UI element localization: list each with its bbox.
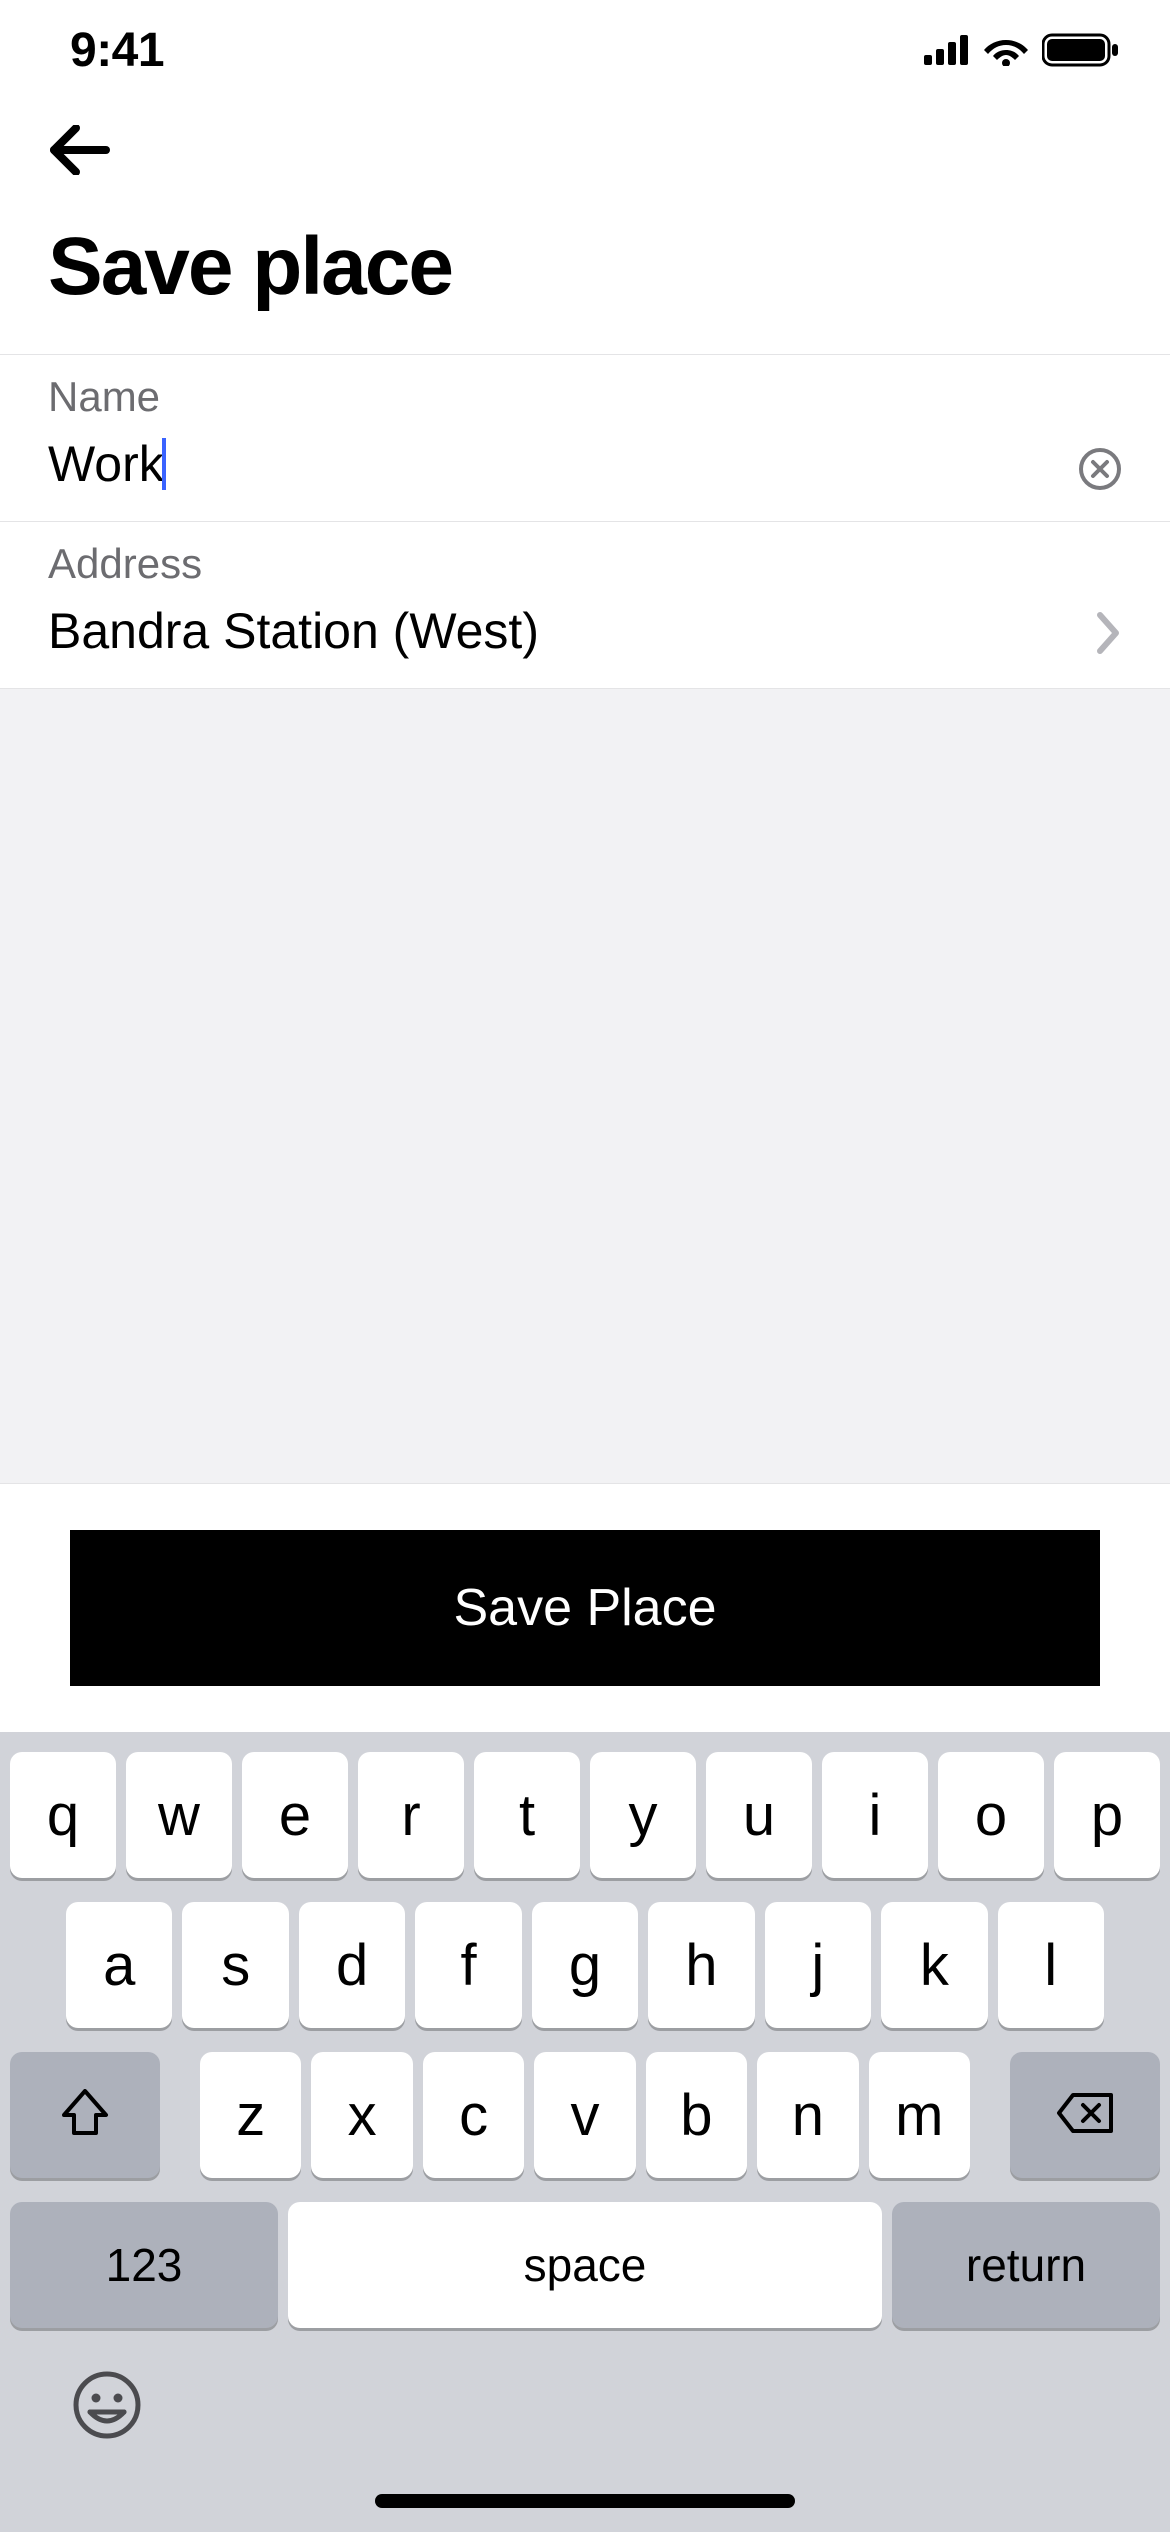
save-place-label: Save Place [453, 1578, 716, 1638]
key-p[interactable]: p [1054, 1752, 1160, 1878]
home-indicator[interactable] [375, 2494, 795, 2508]
page-title: Save place [48, 220, 1122, 314]
wifi-icon [984, 34, 1028, 66]
key-u[interactable]: u [706, 1752, 812, 1878]
shift-icon [60, 2089, 110, 2142]
key-backspace[interactable] [1010, 2052, 1160, 2178]
address-value: Bandra Station (West) [48, 602, 1084, 660]
keyboard-row-1: q w e r t y u i o p [10, 1752, 1160, 1878]
keyboard: q w e r t y u i o p a s d f g h j k l [0, 1732, 1170, 2532]
name-label: Name [48, 373, 1066, 421]
key-g[interactable]: g [532, 1902, 638, 2028]
key-l[interactable]: l [998, 1902, 1104, 2028]
address-field[interactable]: Address Bandra Station (West) [0, 522, 1170, 689]
key-w[interactable]: w [126, 1752, 232, 1878]
battery-icon [1042, 32, 1120, 68]
status-bar: 9:41 [0, 0, 1170, 100]
key-return[interactable]: return [892, 2202, 1160, 2328]
save-place-button[interactable]: Save Place [70, 1530, 1100, 1686]
arrow-left-icon [48, 125, 110, 180]
key-q[interactable]: q [10, 1752, 116, 1878]
clear-input-button[interactable] [1078, 449, 1122, 493]
key-s[interactable]: s [182, 1902, 288, 2028]
key-m[interactable]: m [869, 2052, 970, 2178]
key-i[interactable]: i [822, 1752, 928, 1878]
key-v[interactable]: v [534, 2052, 635, 2178]
key-z[interactable]: z [200, 2052, 301, 2178]
key-a[interactable]: a [66, 1902, 172, 2028]
key-c[interactable]: c [423, 2052, 524, 2178]
action-bar: Save Place [0, 1483, 1170, 1732]
cellular-icon [924, 35, 970, 65]
key-space[interactable]: space [288, 2202, 882, 2328]
key-b[interactable]: b [646, 2052, 747, 2178]
key-o[interactable]: o [938, 1752, 1044, 1878]
text-caret [162, 438, 166, 490]
key-t[interactable]: t [474, 1752, 580, 1878]
fields: Name Work Address Bandra Station (West) [0, 355, 1170, 689]
key-x[interactable]: x [311, 2052, 412, 2178]
key-d[interactable]: d [299, 1902, 405, 2028]
backspace-icon [1055, 2091, 1115, 2140]
content-spacer [0, 689, 1170, 1483]
key-r[interactable]: r [358, 1752, 464, 1878]
status-time: 9:41 [70, 23, 164, 78]
key-n[interactable]: n [757, 2052, 858, 2178]
key-numeric[interactable]: 123 [10, 2202, 278, 2328]
emoji-icon [72, 2370, 142, 2445]
key-e[interactable]: e [242, 1752, 348, 1878]
keyboard-row-4: 123 space return [10, 2202, 1160, 2328]
clear-icon [1079, 448, 1121, 495]
address-chevron [1096, 611, 1122, 660]
name-field[interactable]: Name Work [0, 355, 1170, 522]
name-input[interactable]: Work [48, 435, 164, 493]
key-shift[interactable] [10, 2052, 160, 2178]
emoji-button[interactable] [70, 2370, 144, 2444]
chevron-right-icon [1096, 611, 1122, 660]
key-h[interactable]: h [648, 1902, 754, 2028]
keyboard-row-2: a s d f g h j k l [10, 1902, 1160, 2028]
keyboard-row-3: z x c v b n m [10, 2052, 1160, 2178]
header: Save place [0, 100, 1170, 355]
key-f[interactable]: f [415, 1902, 521, 2028]
address-label: Address [48, 540, 1084, 588]
status-icons [924, 32, 1120, 68]
key-j[interactable]: j [765, 1902, 871, 2028]
back-button[interactable] [48, 120, 112, 184]
key-k[interactable]: k [881, 1902, 987, 2028]
key-y[interactable]: y [590, 1752, 696, 1878]
